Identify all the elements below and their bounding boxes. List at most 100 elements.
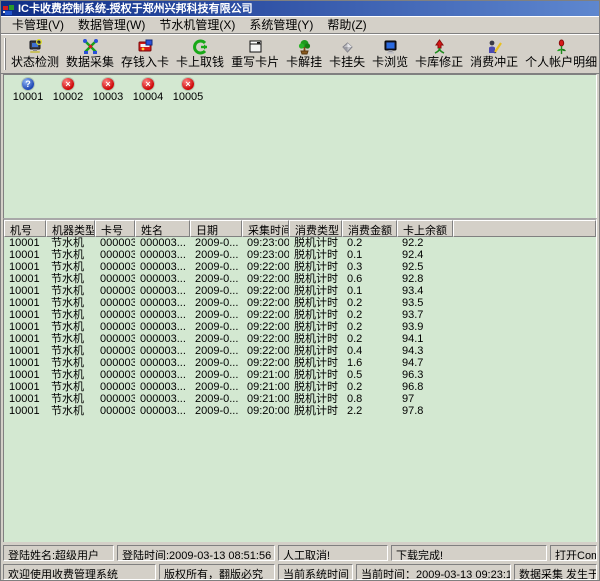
toolbar-button-reverse-charge[interactable]: 消费冲正 xyxy=(468,38,520,70)
column-header[interactable]: 卡上余额 xyxy=(397,220,453,237)
table-cell: 10001 xyxy=(4,273,46,285)
table-cell: 节水机 xyxy=(46,357,95,369)
table-cell: 0.6 xyxy=(342,273,397,285)
column-header[interactable]: 机器类型 xyxy=(46,220,95,237)
table-cell: 0.5 xyxy=(342,369,397,381)
table-row[interactable]: 10001节水机000003000003...2009-0...09:21:00… xyxy=(4,369,596,381)
table-cell: 09:23:00 xyxy=(242,237,289,249)
copyright-panel: 版权所有，翻版必究 xyxy=(159,564,275,580)
column-header[interactable]: 姓名 xyxy=(135,220,190,237)
column-header[interactable]: 卡号 xyxy=(95,220,135,237)
table-row[interactable]: 10001节水机000003000003...2009-0...09:22:00… xyxy=(4,297,596,309)
toolbar-button-withdraw[interactable]: 卡上取钱 xyxy=(174,38,226,70)
table-cell: 2009-0... xyxy=(190,405,242,417)
table-cell: 脱机计时 xyxy=(289,297,342,309)
table-row[interactable]: 10001节水机000003000003...2009-0...09:22:00… xyxy=(4,309,596,321)
table-cell: 92.5 xyxy=(397,261,453,273)
table-cell: 09:22:00 xyxy=(242,357,289,369)
machine-item-10003[interactable]: × 10003 xyxy=(88,78,128,103)
toolbar-button-status-check[interactable]: 状态检测 xyxy=(9,38,61,70)
column-header[interactable]: 日期 xyxy=(190,220,242,237)
toolbar-button-report-loss[interactable]: 卡挂失 xyxy=(327,38,367,70)
column-header[interactable]: 采集时间 xyxy=(242,220,289,237)
manual-cancel-panel: 人工取消! xyxy=(278,545,388,561)
table-row[interactable]: 10001节水机000003000003...2009-0...09:23:00… xyxy=(4,237,596,249)
table-cell: 脱机计时 xyxy=(289,237,342,249)
menu-data-management[interactable]: 数据管理(W) xyxy=(71,15,152,34)
machine-item-10005[interactable]: × 10005 xyxy=(168,78,208,103)
toolbar-button-unfreeze-card[interactable]: 卡解挂 xyxy=(284,38,324,70)
machine-item-10001[interactable]: ? 10001 xyxy=(8,78,48,103)
column-header[interactable]: 消费金额 xyxy=(342,220,397,237)
table-cell: 09:22:00 xyxy=(242,273,289,285)
machine-id-label: 10004 xyxy=(133,91,164,103)
table-cell: 0.2 xyxy=(342,297,397,309)
table-cell: 脱机计时 xyxy=(289,405,342,417)
toolbar-button-browse-card[interactable]: 卡浏览 xyxy=(370,38,410,70)
table-cell: 2009-0... xyxy=(190,273,242,285)
browse-card-icon xyxy=(382,39,399,55)
table-cell: 10001 xyxy=(4,357,46,369)
table-row[interactable]: 10001节水机000003000003...2009-0...09:22:00… xyxy=(4,285,596,297)
table-row[interactable]: 10001节水机000003000003...2009-0...09:21:00… xyxy=(4,393,596,405)
machine-online-icon: ? xyxy=(22,78,34,90)
table-cell: 2009-0... xyxy=(190,297,242,309)
table-row[interactable]: 10001节水机000003000003...2009-0...09:23:00… xyxy=(4,249,596,261)
table-cell: 脱机计时 xyxy=(289,285,342,297)
table-cell: 09:20:00 xyxy=(242,405,289,417)
table-cell: 2009-0... xyxy=(190,285,242,297)
table-cell: 脱机计时 xyxy=(289,357,342,369)
table-cell: 09:23:00 xyxy=(242,249,289,261)
table-cell: 000003... xyxy=(135,249,190,261)
table-cell: 节水机 xyxy=(46,393,95,405)
table-cell: 97.8 xyxy=(397,405,453,417)
table-cell: 000003 xyxy=(95,249,135,261)
table-cell: 000003... xyxy=(135,309,190,321)
menu-system-management[interactable]: 系统管理(Y) xyxy=(242,15,320,34)
table-row[interactable]: 10001节水机000003000003...2009-0...09:22:00… xyxy=(4,273,596,285)
table-cell: 000003 xyxy=(95,381,135,393)
column-header-filler xyxy=(453,220,596,237)
table-row[interactable]: 10001节水机000003000003...2009-0...09:22:00… xyxy=(4,357,596,369)
table-cell: 2009-0... xyxy=(190,357,242,369)
table-cell: 0.1 xyxy=(342,285,397,297)
toolbar-button-label: 状态检测 xyxy=(11,55,59,69)
table-cell: 93.7 xyxy=(397,309,453,321)
current-time-panel: 当前时间：2009-03-13 09:23:12 xyxy=(356,564,511,580)
table-cell: 000003 xyxy=(95,357,135,369)
table-cell: 2009-0... xyxy=(190,261,242,273)
table-cell: 节水机 xyxy=(46,249,95,261)
table-cell: 2009-0... xyxy=(190,381,242,393)
toolbar-button-rewrite-card[interactable]: 重写卡片 xyxy=(229,38,281,70)
table-cell: 0.3 xyxy=(342,261,397,273)
column-header[interactable]: 消费类型 xyxy=(289,220,342,237)
toolbar: 状态检测 数据采集 xyxy=(1,34,599,74)
toolbar-button-deposit[interactable]: 存钱入卡 xyxy=(119,38,171,70)
table-row[interactable]: 10001节水机000003000003...2009-0...09:22:00… xyxy=(4,345,596,357)
table-cell: 2009-0... xyxy=(190,249,242,261)
menu-help[interactable]: 帮助(Z) xyxy=(320,15,373,34)
table-cell: 脱机计时 xyxy=(289,249,342,261)
table-cell: 09:22:00 xyxy=(242,345,289,357)
table-cell: 脱机计时 xyxy=(289,393,342,405)
table-row[interactable]: 10001节水机000003000003...2009-0...09:22:00… xyxy=(4,321,596,333)
table-row[interactable]: 10001节水机000003000003...2009-0...09:21:00… xyxy=(4,381,596,393)
grid-header: 机号机器类型卡号姓名日期采集时间消费类型消费金额卡上余额 xyxy=(4,220,596,237)
table-cell: 脱机计时 xyxy=(289,273,342,285)
toolbar-button-fix-card-db[interactable]: 卡库修正 xyxy=(413,38,465,70)
machine-item-10002[interactable]: × 10002 xyxy=(48,78,88,103)
table-cell: 000003 xyxy=(95,273,135,285)
table-row[interactable]: 10001节水机000003000003...2009-0...09:22:00… xyxy=(4,333,596,345)
machine-id-label: 10005 xyxy=(173,91,204,103)
toolbar-button-data-collect[interactable]: 数据采集 xyxy=(64,38,116,70)
welcome-panel: 欢迎使用收费管理系统 xyxy=(3,564,156,580)
machine-item-10004[interactable]: × 10004 xyxy=(128,78,168,103)
table-row[interactable]: 10001节水机000003000003...2009-0...09:20:00… xyxy=(4,405,596,417)
toolbar-gripper[interactable] xyxy=(4,38,6,70)
toolbar-button-account-detail[interactable]: 个人帐户明细 xyxy=(523,38,599,70)
menu-card-management[interactable]: 卡管理(V) xyxy=(5,15,71,34)
column-header[interactable]: 机号 xyxy=(4,220,46,237)
menu-machine-management[interactable]: 节水机管理(X) xyxy=(152,15,242,34)
table-cell: 000003... xyxy=(135,237,190,249)
table-row[interactable]: 10001节水机000003000003...2009-0...09:22:00… xyxy=(4,261,596,273)
